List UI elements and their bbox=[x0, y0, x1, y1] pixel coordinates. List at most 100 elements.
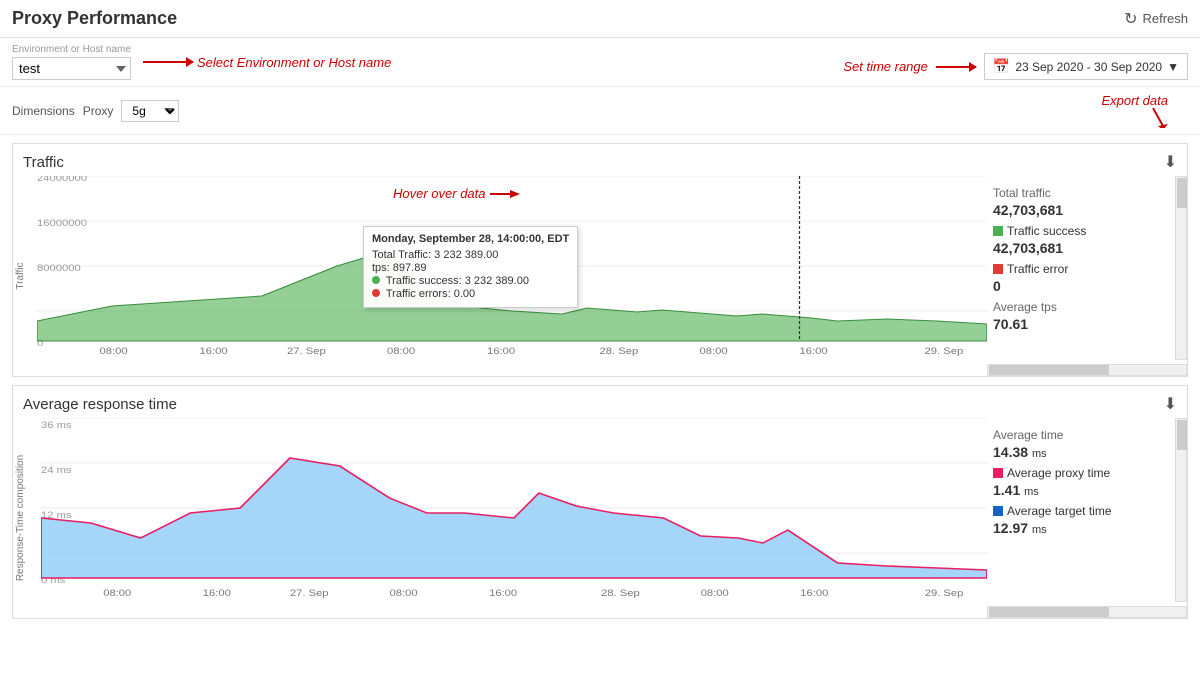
env-label: Environment or Host name bbox=[12, 44, 131, 55]
error-legend: Traffic error bbox=[993, 262, 1177, 276]
tooltip-success: Traffic success: 3 232 389.00 bbox=[372, 275, 569, 287]
proxy-label: Proxy bbox=[83, 104, 114, 118]
svg-text:27. Sep: 27. Sep bbox=[290, 589, 329, 598]
hover-arrow bbox=[490, 187, 520, 201]
response-chart-header: Average response time ⬇ bbox=[13, 386, 1187, 418]
avg-time-label: Average time bbox=[993, 428, 1177, 442]
error-dot bbox=[372, 289, 380, 297]
calendar-icon: 📅 bbox=[993, 58, 1010, 75]
scrollbar-h-thumb bbox=[989, 365, 1109, 375]
success-legend-icon bbox=[993, 226, 1003, 236]
proxy-time-legend-label: Average proxy time bbox=[1007, 466, 1110, 480]
response-y-axis-label: Response-Time composition bbox=[15, 455, 26, 581]
svg-text:16000000: 16000000 bbox=[37, 219, 87, 229]
traffic-chart-side: Total traffic 42,703,681 Traffic success… bbox=[987, 176, 1187, 376]
target-time-legend: Average target time bbox=[993, 504, 1177, 518]
avg-tps-value: 70.61 bbox=[993, 316, 1177, 332]
traffic-chart-title: Traffic bbox=[23, 154, 64, 171]
traffic-y-axis-label: Traffic bbox=[15, 262, 26, 289]
svg-text:28. Sep: 28. Sep bbox=[601, 589, 640, 598]
env-select[interactable]: test bbox=[12, 57, 131, 80]
toolbar: Environment or Host name test Select Env… bbox=[0, 38, 1200, 87]
response-chart-panel: Average response time ⬇ Response-Time co… bbox=[12, 385, 1188, 619]
page-title: Proxy Performance bbox=[12, 8, 177, 29]
side-scrollbar-v[interactable] bbox=[1175, 176, 1187, 360]
target-time-legend-label: Average target time bbox=[1007, 504, 1112, 518]
time-arrow bbox=[936, 66, 976, 68]
time-section: Set time range 📅 23 Sep 2020 - 30 Sep 20… bbox=[843, 53, 1188, 80]
target-time-legend-icon bbox=[993, 506, 1003, 516]
time-annotation: Set time range bbox=[843, 59, 928, 74]
tooltip-total: Total Traffic: 3 232 389.00 bbox=[372, 249, 569, 261]
target-time-value: 12.97 ms bbox=[993, 520, 1177, 536]
error-value: 0 bbox=[993, 278, 1177, 294]
svg-text:08:00: 08:00 bbox=[100, 347, 128, 356]
svg-text:24000000: 24000000 bbox=[37, 176, 87, 184]
svg-text:29. Sep: 29. Sep bbox=[925, 347, 964, 356]
svg-text:08:00: 08:00 bbox=[103, 589, 131, 598]
svg-text:16:00: 16:00 bbox=[203, 589, 231, 598]
refresh-icon: ↻ bbox=[1124, 9, 1137, 29]
response-side-scrollbar-v[interactable] bbox=[1175, 418, 1187, 602]
traffic-chart-panel: Traffic ⬇ Traffic 24000000 16000000 8000… bbox=[12, 143, 1188, 377]
proxy-time-legend: Average proxy time bbox=[993, 466, 1177, 480]
response-download-button[interactable]: ⬇ bbox=[1164, 394, 1177, 414]
charts-area[interactable]: Traffic ⬇ Traffic 24000000 16000000 8000… bbox=[0, 135, 1200, 687]
traffic-download-button[interactable]: ⬇ bbox=[1164, 152, 1177, 172]
chevron-down-icon: ▼ bbox=[1167, 60, 1179, 74]
total-traffic-label: Total traffic bbox=[993, 186, 1177, 200]
dimensions-label: Dimensions bbox=[12, 104, 75, 118]
scrollbar-thumb bbox=[1177, 178, 1187, 208]
avg-tps-label: Average tps bbox=[993, 300, 1177, 314]
page-header: Proxy Performance ↻ Refresh bbox=[0, 0, 1200, 38]
response-chart-body: Response-Time composition 36 ms 24 ms 12… bbox=[13, 418, 1187, 618]
date-range-label: 23 Sep 2020 - 30 Sep 2020 bbox=[1015, 60, 1162, 74]
svg-text:24 ms: 24 ms bbox=[41, 466, 72, 476]
svg-text:16:00: 16:00 bbox=[200, 347, 228, 356]
svg-text:16:00: 16:00 bbox=[800, 347, 828, 356]
side-scrollbar-h[interactable] bbox=[987, 364, 1187, 376]
success-legend-label: Traffic success bbox=[1007, 224, 1086, 238]
svg-text:29. Sep: 29. Sep bbox=[925, 589, 964, 598]
response-side-scrollbar-h[interactable] bbox=[987, 606, 1187, 618]
env-section: Environment or Host name test bbox=[12, 44, 131, 80]
traffic-chart-header: Traffic ⬇ bbox=[13, 144, 1187, 176]
export-annotation: Export data bbox=[1102, 93, 1169, 108]
error-legend-label: Traffic error bbox=[1007, 262, 1068, 276]
dimensions-bar: Dimensions Proxy 5g Export data bbox=[0, 87, 1200, 135]
svg-text:16:00: 16:00 bbox=[487, 347, 515, 356]
tooltip-title: Monday, September 28, 14:00:00, EDT bbox=[372, 233, 569, 245]
date-range-button[interactable]: 📅 23 Sep 2020 - 30 Sep 2020 ▼ bbox=[984, 53, 1188, 80]
error-legend-icon bbox=[993, 264, 1003, 274]
traffic-tooltip: Monday, September 28, 14:00:00, EDT Tota… bbox=[363, 226, 578, 308]
response-scrollbar-h-thumb bbox=[989, 607, 1109, 617]
response-chart-side: Average time 14.38 ms Average proxy time… bbox=[987, 418, 1187, 618]
svg-text:8000000: 8000000 bbox=[37, 264, 81, 274]
env-annotation: Select Environment or Host name bbox=[143, 55, 391, 70]
proxy-time-value: 1.41 ms bbox=[993, 482, 1177, 498]
svg-text:08:00: 08:00 bbox=[390, 589, 418, 598]
export-arrow bbox=[1138, 108, 1168, 128]
traffic-chart-body: Traffic 24000000 16000000 8000000 0 bbox=[13, 176, 1187, 376]
total-traffic-value: 42,703,681 bbox=[993, 202, 1177, 218]
proxy-select-wrapper: 5g bbox=[121, 100, 179, 122]
success-dot bbox=[372, 276, 380, 284]
tooltip-errors: Traffic errors: 0.00 bbox=[372, 288, 569, 300]
proxy-time-legend-icon bbox=[993, 468, 1003, 478]
svg-text:27. Sep: 27. Sep bbox=[287, 347, 326, 356]
refresh-button[interactable]: ↻ Refresh bbox=[1124, 9, 1188, 29]
svg-text:16:00: 16:00 bbox=[489, 589, 517, 598]
proxy-select[interactable]: 5g bbox=[121, 100, 179, 122]
response-chart-title: Average response time bbox=[23, 396, 177, 413]
svg-text:08:00: 08:00 bbox=[700, 347, 728, 356]
refresh-label: Refresh bbox=[1142, 11, 1188, 26]
avg-time-value: 14.38 ms bbox=[993, 444, 1177, 460]
tooltip-tps: tps: 897.89 bbox=[372, 262, 569, 274]
response-chart-svg: 36 ms 24 ms 12 ms 0 ms 08:00 16:00 27. S… bbox=[41, 418, 987, 598]
svg-text:08:00: 08:00 bbox=[387, 347, 415, 356]
svg-text:28. Sep: 28. Sep bbox=[600, 347, 639, 356]
success-value: 42,703,681 bbox=[993, 240, 1177, 256]
svg-text:36 ms: 36 ms bbox=[41, 421, 72, 431]
success-legend: Traffic success bbox=[993, 224, 1177, 238]
svg-text:16:00: 16:00 bbox=[800, 589, 828, 598]
